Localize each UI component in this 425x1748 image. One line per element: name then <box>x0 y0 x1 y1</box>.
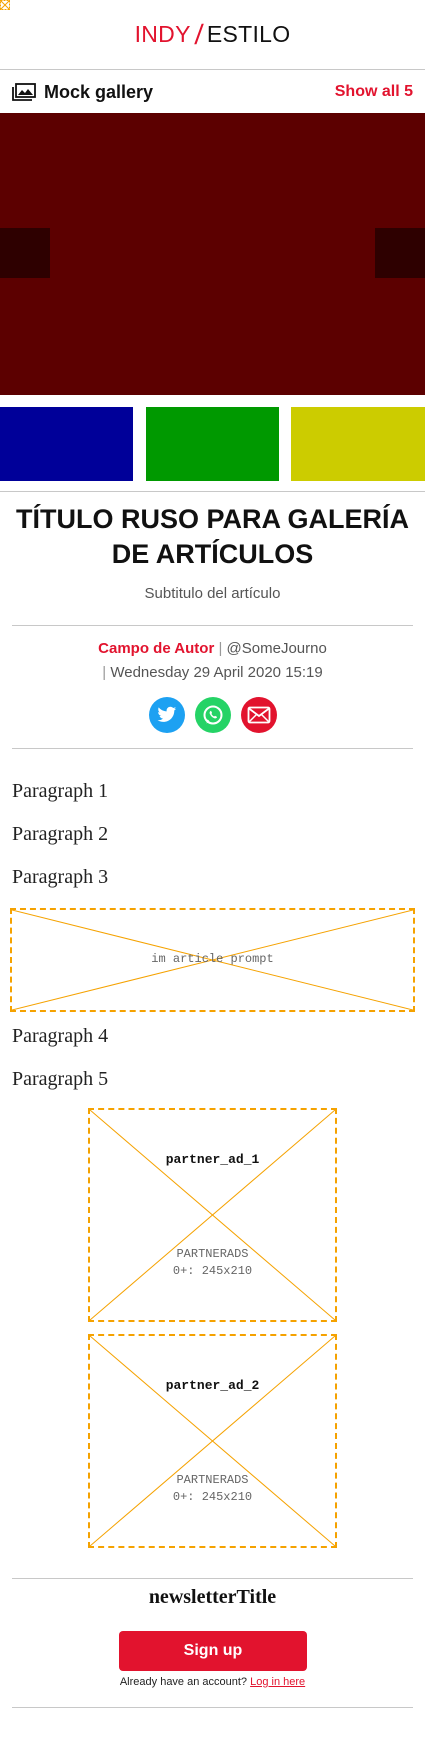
in-article-prompt-placeholder: im article prompt <box>10 908 415 1012</box>
divider <box>12 748 413 749</box>
gallery-thumbnail-3[interactable] <box>291 407 425 481</box>
divider <box>0 491 425 492</box>
ad-name: partner_ad_2 <box>165 1378 260 1393</box>
gallery-main-image[interactable] <box>0 113 425 395</box>
byline-separator: | <box>102 664 107 681</box>
article-subtitle: Subtitulo del artículo <box>144 585 281 602</box>
divider <box>12 1707 413 1708</box>
login-prompt: Already have an account? Log in here <box>12 1676 413 1688</box>
gallery-thumbnail-1[interactable] <box>0 407 133 481</box>
login-prompt-text: Already have an account? <box>119 1676 248 1688</box>
gallery-next-button[interactable] <box>375 228 425 278</box>
email-icon <box>247 706 270 724</box>
share-whatsapp-button[interactable] <box>194 697 231 733</box>
ad-name: partner_ad_1 <box>165 1152 260 1167</box>
gallery-thumbnail-2[interactable] <box>146 407 279 481</box>
divider <box>12 1578 413 1579</box>
placeholder-cross-icon <box>90 1336 335 1546</box>
ad-size: 0+: 245x210 <box>172 1264 253 1278</box>
ad-provider: PARTNERADS <box>176 1473 249 1487</box>
logo-indy: INDY <box>134 21 191 47</box>
divider <box>12 625 413 626</box>
share-twitter-button[interactable] <box>148 697 185 733</box>
signup-button[interactable]: Sign up <box>119 1631 307 1671</box>
site-logo[interactable]: INDY / ESTILO <box>135 19 291 51</box>
article-paragraph: Paragraph 1 <box>12 780 109 802</box>
ad-provider: PARTNERADS <box>176 1247 249 1261</box>
byline-separator: | <box>218 640 223 657</box>
show-all-link[interactable]: Show all 5 <box>335 83 413 101</box>
author-link[interactable]: Campo de Autor <box>98 640 214 657</box>
gallery-title: Mock gallery <box>44 81 154 102</box>
publish-date: Wednesday 29 April 2020 15:19 <box>110 664 323 681</box>
gallery-prev-button[interactable] <box>0 228 50 278</box>
site-header: INDY / ESTILO <box>0 0 425 70</box>
partner-ad-1: partner_ad_1 PARTNERADS 0+: 245x210 <box>88 1108 337 1322</box>
ad-size: 0+: 245x210 <box>172 1490 253 1504</box>
placeholder-cross-icon <box>90 1110 335 1320</box>
author-handle: @SomeJourno <box>226 640 327 657</box>
article-paragraph: Paragraph 4 <box>12 1025 109 1047</box>
newsletter-title: newsletterTitle <box>148 1586 277 1608</box>
partner-ad-2: partner_ad_2 PARTNERADS 0+: 245x210 <box>88 1334 337 1548</box>
share-email-button[interactable] <box>240 697 277 733</box>
whatsapp-icon <box>203 705 222 725</box>
twitter-icon <box>156 706 176 722</box>
article-paragraph: Paragraph 3 <box>12 866 109 888</box>
login-link[interactable]: Log in here <box>250 1676 305 1688</box>
byline: Campo de Autor | @SomeJourno | Wednesday… <box>12 637 413 685</box>
logo-estilo: ESTILO <box>206 21 291 47</box>
gallery-header: Mock gallery Show all 5 <box>0 71 425 113</box>
article-paragraph: Paragraph 5 <box>12 1068 109 1090</box>
gallery-thumbnails <box>0 407 425 481</box>
article-paragraph: Paragraph 2 <box>12 823 109 845</box>
gallery-icon <box>12 83 36 101</box>
logo-slash: / <box>193 18 205 50</box>
share-buttons <box>0 697 425 733</box>
article-title: TÍTULO RUSO PARA GALERÍA DE ARTÍCULOS <box>16 504 409 569</box>
ad-label: im article prompt <box>151 952 274 966</box>
